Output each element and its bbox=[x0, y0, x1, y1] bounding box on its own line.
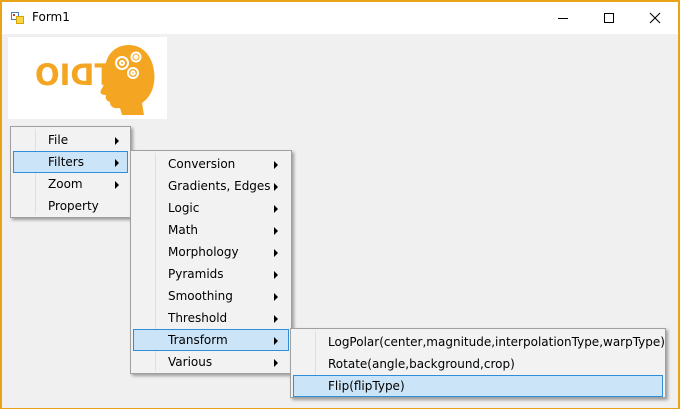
submenu-arrow-icon bbox=[115, 159, 119, 167]
submenu-arrow-icon bbox=[274, 227, 278, 235]
filters-submenu: Conversion Gradients, Edges Logic Math M… bbox=[130, 150, 292, 374]
menu-item-label: Property bbox=[48, 199, 99, 213]
close-button[interactable] bbox=[632, 2, 678, 34]
submenu-arrow-icon bbox=[274, 271, 278, 279]
menu-item-label: Conversion bbox=[168, 157, 236, 171]
menu-item-label: Various bbox=[168, 355, 213, 369]
menu-item-property[interactable]: Property bbox=[13, 195, 128, 217]
menu-item-conversion[interactable]: Conversion bbox=[133, 153, 289, 175]
menu-item-file[interactable]: File bbox=[13, 129, 128, 151]
window-title: Form1 bbox=[32, 10, 70, 24]
menu-item-label: Morphology bbox=[168, 245, 239, 259]
submenu-arrow-icon bbox=[274, 161, 278, 169]
menu-item-logpolar[interactable]: LogPolar(center,magnitude,interpolationT… bbox=[293, 331, 665, 353]
menu-item-zoom[interactable]: Zoom bbox=[13, 173, 128, 195]
logo-picture: STDIO bbox=[8, 37, 167, 119]
menu-item-label: Smoothing bbox=[168, 289, 233, 303]
menu-item-flip[interactable]: Flip(flipType) bbox=[293, 375, 663, 397]
menu-item-math[interactable]: Math bbox=[133, 219, 289, 241]
transform-submenu: LogPolar(center,magnitude,interpolationT… bbox=[290, 328, 666, 398]
menu-item-label: Flip(flipType) bbox=[328, 379, 405, 393]
submenu-arrow-icon bbox=[115, 181, 119, 189]
submenu-arrow-icon bbox=[274, 293, 278, 301]
menu-item-logic[interactable]: Logic bbox=[133, 197, 289, 219]
title-bar[interactable]: Form1 bbox=[2, 2, 678, 34]
menu-item-gradients-edges[interactable]: Gradients, Edges bbox=[133, 175, 289, 197]
menu-item-filters[interactable]: Filters bbox=[13, 151, 128, 173]
menu-item-threshold[interactable]: Threshold bbox=[133, 307, 289, 329]
menu-item-label: Zoom bbox=[48, 177, 83, 191]
menu-item-label: LogPolar(center,magnitude,interpolationT… bbox=[328, 335, 665, 349]
menu-item-label: Gradients, Edges bbox=[168, 179, 271, 193]
context-menu: File Filters Zoom Property bbox=[10, 126, 131, 218]
menu-item-transform[interactable]: Transform bbox=[133, 329, 289, 351]
menu-item-label: File bbox=[48, 133, 69, 147]
submenu-arrow-icon bbox=[274, 337, 278, 345]
menu-item-label: Rotate(angle,background,crop) bbox=[328, 357, 515, 371]
minimize-button[interactable] bbox=[540, 2, 586, 34]
menu-item-various[interactable]: Various bbox=[133, 351, 289, 373]
submenu-arrow-icon bbox=[274, 315, 278, 323]
menu-item-label: Filters bbox=[48, 155, 84, 169]
maximize-icon bbox=[604, 13, 614, 23]
submenu-arrow-icon bbox=[274, 205, 278, 213]
menu-item-label: Transform bbox=[168, 333, 228, 347]
menu-item-label: Math bbox=[168, 223, 199, 237]
menu-item-label: Pyramids bbox=[168, 267, 224, 281]
menu-item-label: Threshold bbox=[168, 311, 228, 325]
menu-item-smoothing[interactable]: Smoothing bbox=[133, 285, 289, 307]
menu-item-pyramids[interactable]: Pyramids bbox=[133, 263, 289, 285]
minimize-icon bbox=[558, 18, 568, 19]
form-app-icon bbox=[10, 10, 26, 26]
menu-item-morphology[interactable]: Morphology bbox=[133, 241, 289, 263]
submenu-arrow-icon bbox=[274, 249, 278, 257]
maximize-button[interactable] bbox=[586, 2, 632, 34]
submenu-arrow-icon bbox=[274, 183, 278, 191]
menu-item-rotate[interactable]: Rotate(angle,background,crop) bbox=[293, 353, 663, 375]
menu-item-label: Logic bbox=[168, 201, 200, 215]
close-icon bbox=[649, 12, 661, 24]
submenu-arrow-icon bbox=[274, 359, 278, 367]
submenu-arrow-icon bbox=[115, 137, 119, 145]
